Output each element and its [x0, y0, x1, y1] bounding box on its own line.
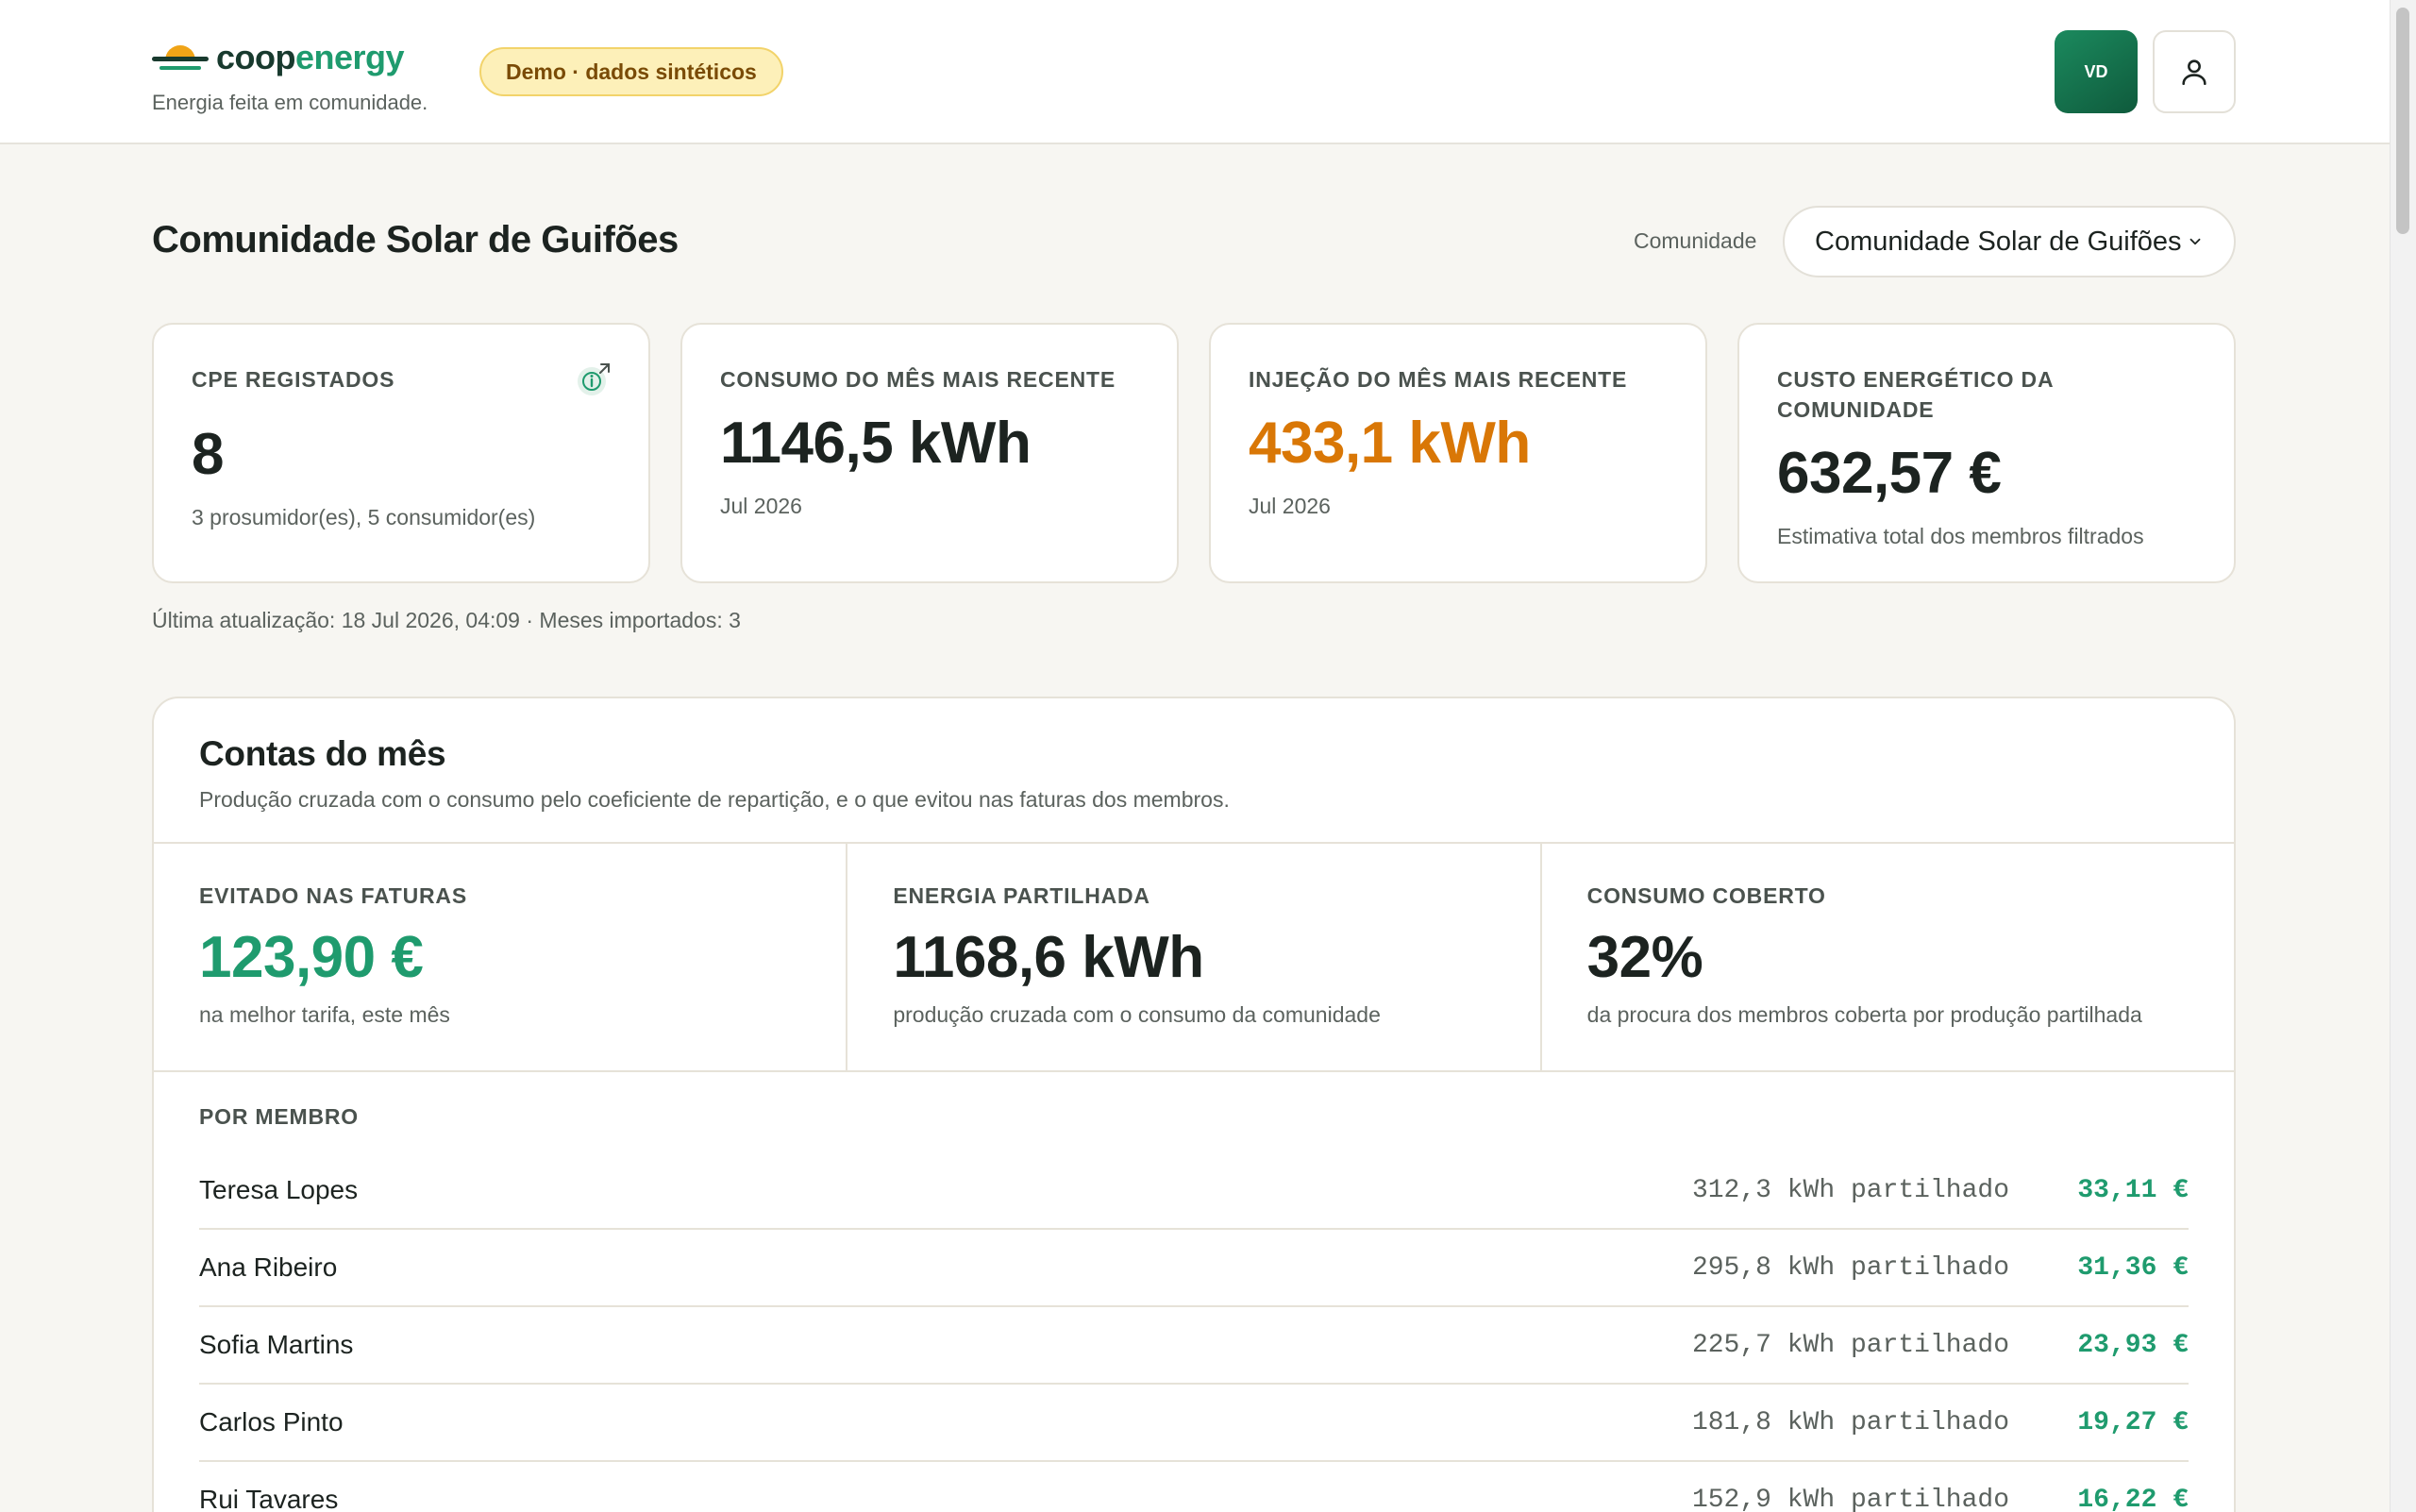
kpi-value: 8	[192, 422, 224, 487]
member-savings: 19,27 €	[2077, 1407, 2189, 1437]
metric-value: 32%	[1586, 925, 1703, 990]
metric-label: EVITADO NAS FATURAS	[199, 883, 467, 908]
member-kwh: 152,9 kWh partilhado	[1691, 1485, 2009, 1512]
sun-logo-icon	[152, 43, 209, 72]
page-title: Comunidade Solar de Guifões	[152, 219, 679, 260]
user-menu-button[interactable]	[2153, 30, 2236, 113]
kpi-subtext: Estimativa total dos membros filtrados	[1777, 524, 2144, 548]
user-icon	[2182, 59, 2206, 86]
member-kwh: 312,3 kWh partilhado	[1691, 1175, 2009, 1205]
member-name: Sofia Martins	[199, 1330, 354, 1359]
member-row: Ana Ribeiro 295,8 kWh partilhado 31,36 €	[199, 1230, 2189, 1307]
kpi-subtext: Jul 2026	[1249, 494, 1331, 518]
member-kwh: 295,8 kWh partilhado	[1691, 1252, 2009, 1283]
member-savings: 16,22 €	[2077, 1485, 2189, 1512]
metric-avoided: EVITADO NAS FATURAS 123,90 € na melhor t…	[154, 844, 848, 1070]
kpi-value: 632,57 €	[1777, 441, 2002, 506]
kpi-label: INJEÇÃO DO MÊS MAIS RECENTE	[1249, 367, 1628, 392]
member-kwh: 225,7 kWh partilhado	[1691, 1330, 2009, 1360]
member-row: Sofia Martins 225,7 kWh partilhado 23,93…	[199, 1307, 2189, 1385]
metric-covered: CONSUMO COBERTO 32% da procura dos membr…	[1542, 844, 2234, 1070]
metric-subtext: na melhor tarifa, este mês	[199, 1002, 450, 1027]
avatar[interactable]: VD	[2055, 30, 2138, 113]
metric-label: CONSUMO COBERTO	[1586, 883, 1826, 908]
kpi-card-cpe: CPE REGISTADOS 8 3 prosumidor(es), 5 con…	[152, 323, 650, 583]
community-label: Comunidade	[1634, 228, 1757, 253]
member-name: Teresa Lopes	[199, 1175, 359, 1204]
member-savings: 23,93 €	[2077, 1330, 2189, 1360]
accounts-metrics: EVITADO NAS FATURAS 123,90 € na melhor t…	[154, 844, 2234, 1072]
scrollbar[interactable]	[2390, 0, 2416, 1512]
accounts-panel: Contas do mês Produção cruzada com o con…	[152, 697, 2236, 1512]
metric-value: 1168,6 kWh	[893, 925, 1204, 990]
community-select[interactable]: Comunidade Solar de Guifões	[1783, 206, 2236, 277]
member-row: Rui Tavares 152,9 kWh partilhado 16,22 €	[199, 1462, 2189, 1512]
kpi-label: CUSTO ENERGÉTICO DA COMUNIDADE	[1777, 367, 2054, 422]
accounts-title: Contas do mês	[199, 734, 446, 773]
community-select-value: Comunidade Solar de Guifões	[1815, 226, 2182, 257]
member-savings: 31,36 €	[2077, 1252, 2189, 1283]
kpi-card-consumption: CONSUMO DO MÊS MAIS RECENTE 1146,5 kWh J…	[680, 323, 1179, 583]
demo-badge: Demo · dados sintéticos	[479, 47, 783, 96]
metric-label: ENERGIA PARTILHADA	[893, 883, 1150, 908]
kpi-subtext: 3 prosumidor(es), 5 consumidor(es)	[192, 505, 536, 529]
member-row: Carlos Pinto 181,8 kWh partilhado 19,27 …	[199, 1385, 2189, 1462]
kpi-label: CONSUMO DO MÊS MAIS RECENTE	[720, 367, 1116, 392]
member-name: Ana Ribeiro	[199, 1252, 338, 1282]
chevron-down-icon	[2190, 238, 2201, 245]
metric-shared-energy: ENERGIA PARTILHADA 1168,6 kWh produção c…	[847, 844, 1542, 1070]
metric-value: 123,90 €	[199, 925, 424, 990]
member-name: Carlos Pinto	[199, 1407, 344, 1436]
tagline: Energia feita em comunidade.	[152, 91, 428, 114]
kpi-subtext: Jul 2026	[720, 494, 802, 518]
kpi-value: 433,1 kWh	[1249, 411, 1531, 476]
members-label: POR MEMBRO	[199, 1104, 359, 1129]
brand[interactable]: coopenergy Energia feita em comunidade.	[152, 38, 428, 115]
accounts-subtitle: Produção cruzada com o consumo pelo coef…	[199, 787, 1230, 812]
members-list: POR MEMBRO Teresa Lopes 312,3 kWh partil…	[154, 1072, 2234, 1512]
member-name: Rui Tavares	[199, 1485, 339, 1512]
last-updated: Última atualização: 18 Jul 2026, 04:09 ·…	[152, 608, 741, 632]
top-header: coopenergy Energia feita em comunidade. …	[0, 0, 2390, 144]
kpi-label: CPE REGISTADOS	[192, 367, 395, 392]
member-kwh: 181,8 kWh partilhado	[1691, 1407, 2009, 1437]
scrollbar-thumb[interactable]	[2396, 8, 2409, 234]
member-row: Teresa Lopes 312,3 kWh partilhado 33,11 …	[199, 1152, 2189, 1230]
kpi-value: 1146,5 kWh	[720, 411, 1032, 476]
logo-wordmark: coopenergy	[216, 38, 405, 76]
accounts-header: Contas do mês Produção cruzada com o con…	[154, 698, 2234, 844]
kpi-card-cost: CUSTO ENERGÉTICO DA COMUNIDADE 632,57 € …	[1737, 323, 2236, 583]
kpi-card-injection: INJEÇÃO DO MÊS MAIS RECENTE 433,1 kWh Ju…	[1209, 323, 1707, 583]
metric-subtext: produção cruzada com o consumo da comuni…	[893, 1002, 1381, 1027]
member-savings: 33,11 €	[2077, 1175, 2189, 1205]
metric-subtext: da procura dos membros coberta por produ…	[1586, 1002, 2142, 1027]
info-link-icon[interactable]	[575, 361, 612, 398]
